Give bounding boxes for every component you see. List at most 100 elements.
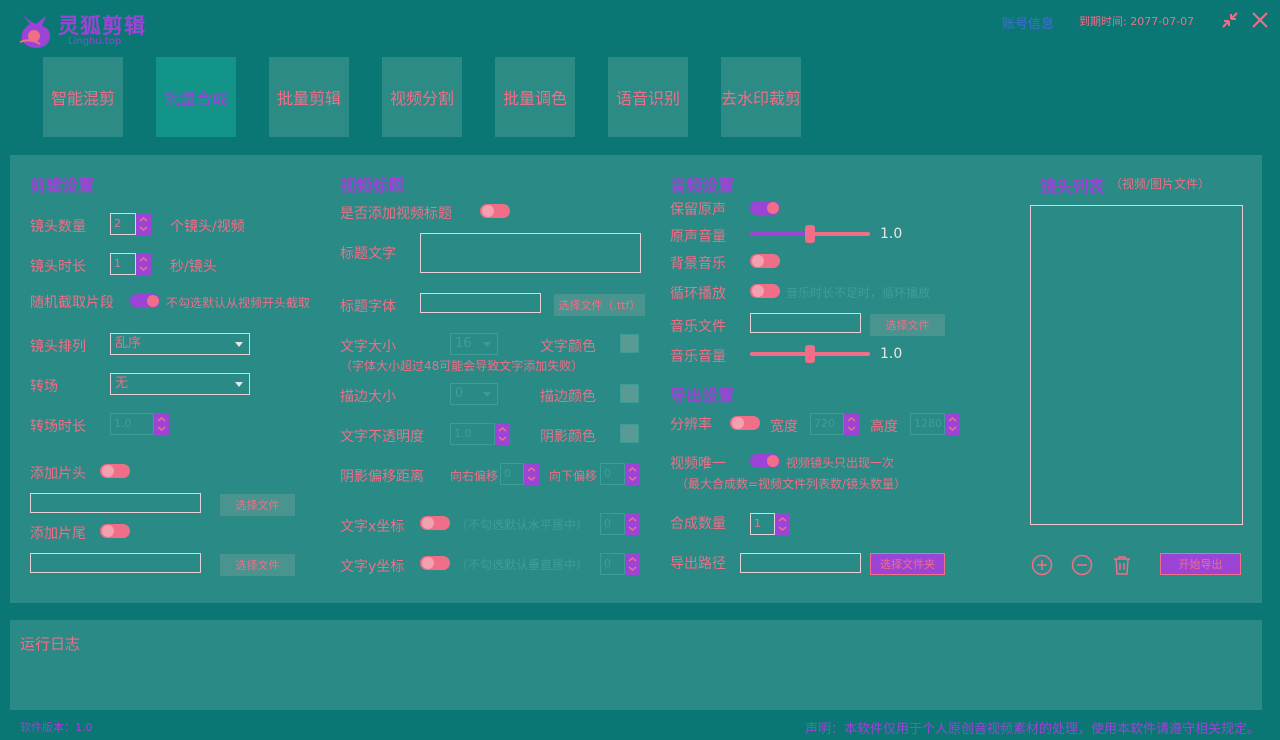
- text-x-toggle[interactable]: [420, 516, 450, 530]
- font-size-select[interactable]: 16: [450, 333, 498, 355]
- music-volume-label: 音乐音量: [670, 349, 726, 365]
- add-title-label: 是否添加视频标题: [340, 206, 452, 222]
- text-x-hint: （不勾选默认水平居中）: [456, 518, 589, 532]
- path-choose-button[interactable]: 选择文件夹: [870, 553, 945, 575]
- intro-choose-button[interactable]: 选择文件: [220, 494, 295, 516]
- intro-file-input[interactable]: [30, 493, 201, 513]
- shot-duration-stepper[interactable]: [136, 253, 151, 275]
- unique-label: 视频唯一: [670, 456, 726, 472]
- original-volume-handle[interactable]: [805, 225, 815, 243]
- resolution-toggle[interactable]: [730, 416, 760, 430]
- shot-list-title: 镜头列表: [1040, 177, 1105, 196]
- keep-original-toggle[interactable]: [750, 201, 780, 215]
- opacity-input[interactable]: 1.0: [450, 423, 495, 445]
- bgm-toggle[interactable]: [750, 254, 780, 268]
- tab-video-split[interactable]: 视频分割: [382, 57, 462, 137]
- remove-circle-icon[interactable]: [1071, 554, 1093, 576]
- music-file-label: 音乐文件: [670, 319, 726, 335]
- outro-toggle[interactable]: [100, 524, 130, 538]
- transition-duration-stepper[interactable]: [154, 413, 169, 435]
- intro-label: 添加片头: [30, 466, 86, 482]
- outro-label: 添加片尾: [30, 526, 86, 542]
- start-export-button[interactable]: 开始导出: [1160, 553, 1241, 575]
- loop-toggle[interactable]: [750, 284, 780, 298]
- height-input[interactable]: 1280: [910, 413, 945, 435]
- offset-right-stepper[interactable]: [524, 463, 539, 485]
- text-y-toggle[interactable]: [420, 556, 450, 570]
- opacity-stepper[interactable]: [495, 423, 510, 445]
- offset-right-input[interactable]: 0: [500, 463, 524, 485]
- opacity-label: 文字不透明度: [340, 429, 424, 445]
- shadow-color-swatch[interactable]: [620, 424, 639, 443]
- bgm-label: 背景音乐: [670, 256, 726, 272]
- text-y-label: 文字y坐标: [340, 559, 405, 575]
- music-volume-value: 1.0: [880, 346, 903, 362]
- transition-select[interactable]: 无: [110, 373, 250, 395]
- order-select[interactable]: 乱序: [110, 333, 250, 355]
- transition-duration-input[interactable]: 1.0: [110, 413, 154, 435]
- font-size-note: （字体大小超过48可能会导致文字添加失败）: [340, 359, 584, 373]
- offset-down-input[interactable]: 0: [600, 463, 625, 485]
- version-text: 软件版本：1.0: [20, 721, 93, 734]
- offset-right-label: 向右偏移: [450, 469, 499, 483]
- account-link[interactable]: 账号信息: [1002, 13, 1054, 32]
- height-stepper[interactable]: [945, 413, 960, 435]
- title-font-choose-button[interactable]: 选择文件（.ttf）: [554, 294, 645, 316]
- text-x-label: 文字x坐标: [340, 519, 405, 535]
- shot-count-stepper[interactable]: [136, 213, 151, 235]
- tab-watermark-crop[interactable]: 去水印裁剪: [721, 57, 801, 137]
- unique-note: （最大合成数=视频文件列表数/镜头数量）: [676, 477, 907, 491]
- unique-toggle[interactable]: [750, 454, 780, 468]
- path-label: 导出路径: [670, 556, 726, 572]
- text-x-stepper[interactable]: [625, 513, 640, 535]
- close-icon[interactable]: [1250, 10, 1270, 30]
- add-circle-icon[interactable]: [1031, 554, 1053, 576]
- music-file-choose-button[interactable]: 选择文件: [870, 314, 945, 336]
- resolution-label: 分辨率: [670, 417, 712, 433]
- intro-toggle[interactable]: [100, 464, 130, 478]
- count-input[interactable]: 1: [750, 513, 775, 535]
- tab-speech-recognition[interactable]: 语音识别: [608, 57, 688, 137]
- width-stepper[interactable]: [844, 413, 859, 435]
- transition-label: 转场: [30, 379, 58, 395]
- width-input[interactable]: 720: [810, 413, 844, 435]
- trash-icon[interactable]: [1111, 554, 1133, 576]
- text-x-input[interactable]: 0: [600, 513, 625, 535]
- title-text-label: 标题文字: [340, 246, 396, 262]
- stroke-color-label: 描边颜色: [540, 389, 596, 405]
- outro-choose-button[interactable]: 选择文件: [220, 554, 295, 576]
- text-color-swatch[interactable]: [620, 334, 639, 353]
- text-y-hint: （不勾选默认垂直居中）: [456, 558, 589, 572]
- outro-file-input[interactable]: [30, 553, 201, 573]
- shot-duration-label: 镜头时长: [30, 259, 86, 275]
- loop-hint: 音乐时长不足时，循环播放: [786, 286, 931, 300]
- random-clip-hint: 不勾选默认从视频开头截取: [166, 296, 311, 310]
- add-title-toggle[interactable]: [480, 204, 510, 218]
- export-settings-title: 导出设置: [670, 386, 735, 405]
- shot-duration-input[interactable]: 1: [110, 253, 136, 275]
- tab-batch-color[interactable]: 批量调色: [495, 57, 575, 137]
- count-stepper[interactable]: [775, 513, 790, 535]
- music-file-input[interactable]: [750, 313, 861, 333]
- title-font-input[interactable]: [420, 293, 541, 313]
- text-y-stepper[interactable]: [625, 553, 640, 575]
- app-url: Linghu.top: [68, 36, 122, 47]
- path-input[interactable]: [740, 553, 861, 573]
- shot-count-input[interactable]: 2: [110, 213, 136, 235]
- width-label: 宽度: [770, 419, 798, 435]
- music-volume-handle[interactable]: [805, 345, 815, 363]
- title-font-label: 标题字体: [340, 299, 396, 315]
- tab-batch-compose[interactable]: 批量合成: [156, 57, 236, 137]
- stroke-size-select[interactable]: 0: [450, 383, 498, 405]
- title-text-input[interactable]: [420, 233, 641, 273]
- offset-down-stepper[interactable]: [625, 463, 640, 485]
- stroke-color-swatch[interactable]: [620, 384, 639, 403]
- original-volume-value: 1.0: [880, 226, 903, 242]
- shrink-icon[interactable]: [1220, 10, 1240, 30]
- shot-list[interactable]: [1030, 205, 1243, 525]
- random-clip-toggle[interactable]: [130, 294, 160, 308]
- tab-batch-edit[interactable]: 批量剪辑: [269, 57, 349, 137]
- tab-smart-mix[interactable]: 智能混剪: [43, 57, 123, 137]
- text-y-input[interactable]: 0: [600, 553, 625, 575]
- font-size-label: 文字大小: [340, 339, 396, 355]
